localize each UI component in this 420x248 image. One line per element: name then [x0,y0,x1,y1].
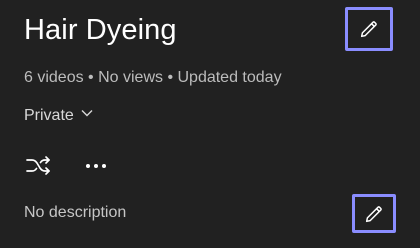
more-horizontal-icon [85,163,107,169]
shuffle-button[interactable] [22,152,54,180]
playlist-meta: 6 videos • No views • Updated today [24,69,282,86]
edit-title-button[interactable] [345,7,393,51]
privacy-label: Private [24,107,74,124]
more-actions-button[interactable] [82,152,110,180]
edit-description-button[interactable] [352,194,396,233]
pencil-icon [363,203,385,225]
playlist-description: No description [24,204,127,221]
shuffle-icon [24,155,52,177]
chevron-down-icon [80,106,94,120]
pencil-icon [358,18,380,40]
playlist-title: Hair Dyeing [24,14,177,46]
privacy-dropdown[interactable]: Private [24,104,94,128]
